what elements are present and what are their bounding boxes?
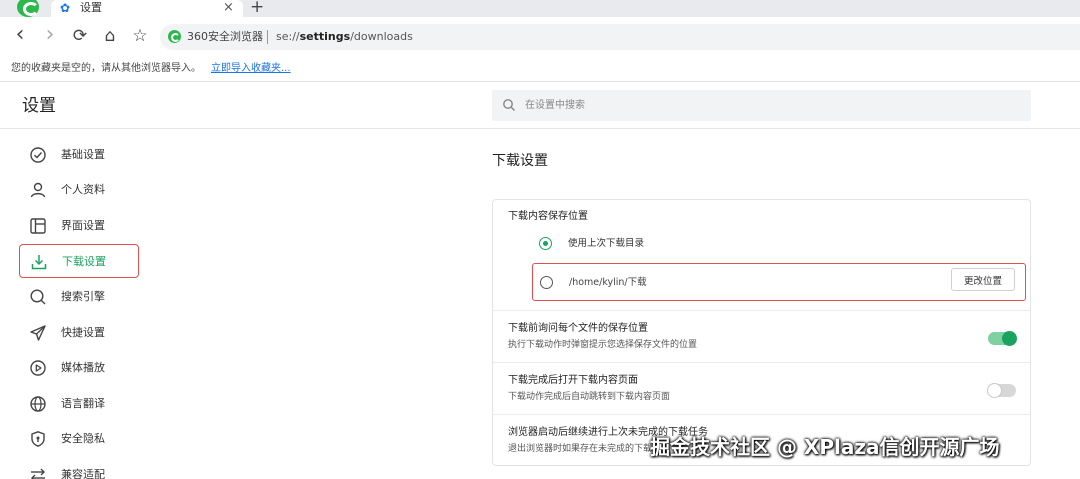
change-location-button[interactable]: 更改位置 bbox=[951, 268, 1015, 291]
open-downloads-toggle[interactable] bbox=[987, 383, 1016, 398]
radio-last-directory[interactable] bbox=[539, 237, 552, 250]
download-icon bbox=[31, 255, 47, 270]
divider bbox=[493, 310, 1030, 311]
home-button[interactable]: ⌂ bbox=[100, 26, 120, 46]
divider bbox=[493, 362, 1030, 363]
save-location-title: 下载内容保存位置 bbox=[508, 211, 588, 222]
sidebar-item-label: 个人资料 bbox=[61, 183, 105, 196]
tab-title: 设置 bbox=[80, 1, 102, 14]
site-logo-icon bbox=[168, 30, 181, 43]
sidebar-item-privacy[interactable]: 安全隐私 bbox=[19, 422, 139, 456]
sidebar-item-basic[interactable]: 基础设置 bbox=[19, 138, 139, 172]
sidebar-item-translate[interactable]: 语言翻译 bbox=[19, 387, 139, 421]
sidebar-item-shortcuts[interactable]: 快捷设置 bbox=[19, 316, 139, 350]
bookmarks-empty-message: 您的收藏夹是空的，请从其他浏览器导入。 bbox=[11, 63, 201, 74]
divider bbox=[493, 414, 1030, 415]
sidebar-item-appearance[interactable]: 界面设置 bbox=[19, 209, 139, 243]
ask-location-title: 下载前询问每个文件的保存位置 bbox=[508, 323, 648, 334]
sidebar-item-label: 媒体播放 bbox=[61, 361, 105, 374]
page-title: 设置 bbox=[22, 96, 56, 116]
sidebar-item-media[interactable]: 媒体播放 bbox=[19, 351, 139, 385]
arrows-icon bbox=[31, 468, 45, 479]
resume-downloads-desc: 退出浏览器时如果存在未完成的下载任务 bbox=[508, 444, 671, 454]
bookmark-star-button[interactable]: ☆ bbox=[130, 26, 150, 46]
play-circle-icon bbox=[30, 360, 46, 376]
forward-button[interactable]: › bbox=[40, 24, 60, 46]
sidebar-item-search-engine[interactable]: 搜索引擎 bbox=[19, 280, 139, 314]
watermark-text: 掘金技术社区 @ XPlaza信创开源广场 bbox=[650, 435, 1000, 459]
back-button[interactable]: ‹ bbox=[10, 24, 30, 46]
reload-button[interactable]: ⟳ bbox=[70, 26, 90, 46]
sidebar-item-label: 搜索引擎 bbox=[61, 290, 105, 303]
layout-icon bbox=[30, 218, 46, 234]
settings-sidebar: 基础设置 个人资料 界面设置 下载设置 搜索引擎 快捷设置 媒体播放 语言翻译 … bbox=[0, 130, 160, 479]
sidebar-item-label: 兼容适配 bbox=[61, 468, 105, 479]
tab-strip: ✿ 设置 × + bbox=[0, 0, 1080, 17]
new-tab-button[interactable]: + bbox=[250, 0, 264, 17]
url-scheme: se:// bbox=[276, 30, 300, 43]
sidebar-item-label: 下载设置 bbox=[62, 255, 106, 268]
settings-header: 设置 bbox=[0, 83, 1080, 129]
sidebar-item-profile[interactable]: 个人资料 bbox=[19, 173, 139, 207]
sidebar-item-label: 界面设置 bbox=[61, 219, 105, 232]
search-icon bbox=[30, 289, 46, 305]
url-text[interactable]: se://settings/downloads bbox=[276, 29, 413, 44]
send-icon bbox=[30, 325, 46, 341]
radio-custom-path[interactable] bbox=[540, 276, 553, 289]
open-downloads-desc: 下载动作完成后自动跳转到下载内容页面 bbox=[508, 392, 671, 402]
radio-last-directory-label: 使用上次下载目录 bbox=[568, 238, 645, 249]
sidebar-item-label: 基础设置 bbox=[61, 148, 105, 161]
section-title: 下载设置 bbox=[492, 153, 548, 169]
import-bookmarks-link[interactable]: 立即导入收藏夹... bbox=[211, 62, 291, 75]
sidebar-item-downloads[interactable]: 下载设置 bbox=[19, 244, 139, 278]
ask-location-desc: 执行下载动作时弹窗提示您选择保存文件的位置 bbox=[508, 340, 698, 350]
site-label: 360安全浏览器 bbox=[187, 30, 263, 43]
sidebar-item-compat[interactable]: 兼容适配 bbox=[19, 458, 139, 479]
close-icon[interactable]: × bbox=[223, 0, 234, 15]
settings-search-input[interactable] bbox=[525, 96, 1005, 115]
ask-location-toggle[interactable] bbox=[988, 331, 1017, 346]
open-downloads-title: 下载完成后打开下载内容页面 bbox=[508, 375, 638, 386]
toolbar: ‹ › ⟳ ⌂ ☆ 360安全浏览器 se://settings/downloa… bbox=[0, 17, 1080, 55]
sidebar-item-label: 安全隐私 bbox=[61, 432, 105, 445]
search-icon bbox=[503, 99, 515, 111]
gear-icon: ✿ bbox=[60, 1, 71, 15]
settings-search-box[interactable] bbox=[492, 90, 1031, 121]
person-icon bbox=[30, 182, 46, 198]
download-path-text: /home/kylin/下载 bbox=[569, 277, 647, 288]
url-host: settings bbox=[299, 30, 351, 43]
sidebar-item-label: 语言翻译 bbox=[61, 397, 105, 410]
custom-path-row: /home/kylin/下载 更改位置 bbox=[532, 263, 1026, 301]
bookmarks-bar: 您的收藏夹是空的，请从其他浏览器导入。 立即导入收藏夹... bbox=[0, 55, 1080, 82]
check-circle-icon bbox=[30, 147, 46, 163]
tab-settings[interactable]: ✿ 设置 × bbox=[51, 0, 243, 17]
browser-logo-icon[interactable] bbox=[17, 0, 39, 17]
download-settings-card: 下载内容保存位置 使用上次下载目录 /home/kylin/下载 更改位置 下载… bbox=[492, 199, 1031, 466]
sidebar-item-label: 快捷设置 bbox=[61, 326, 105, 339]
globe-icon bbox=[30, 396, 46, 412]
address-separator bbox=[267, 30, 268, 44]
shield-icon bbox=[31, 431, 45, 447]
address-bar[interactable]: 360安全浏览器 se://settings/downloads bbox=[160, 24, 1080, 50]
url-path: /downloads bbox=[350, 30, 413, 43]
